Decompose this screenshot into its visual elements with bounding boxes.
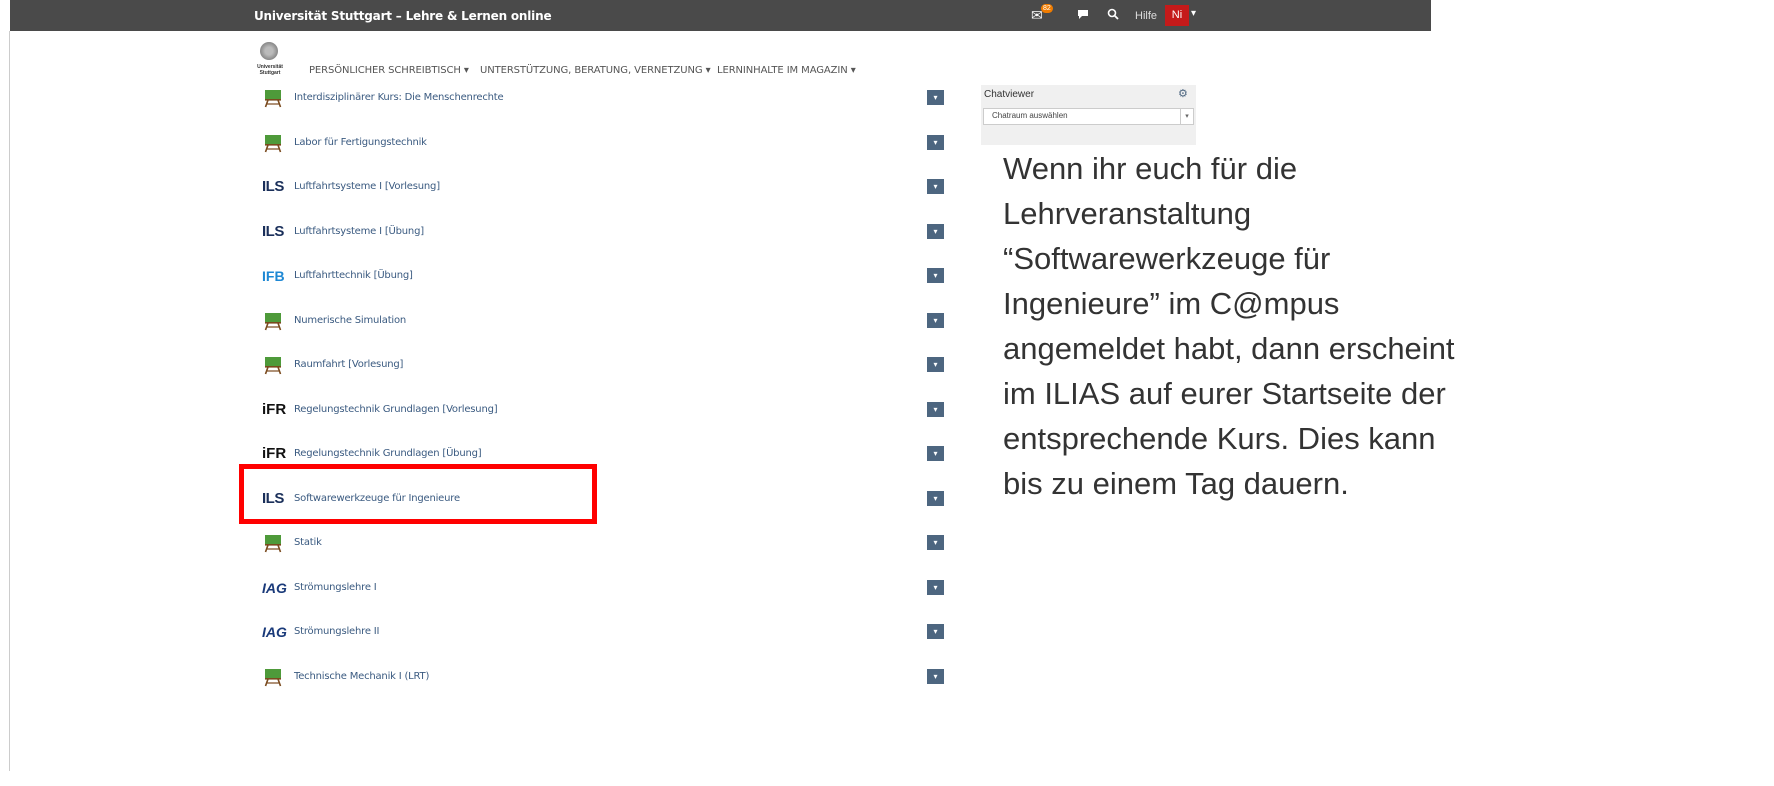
ifr-logo-icon: iFR: [262, 444, 294, 466]
course-actions-dropdown[interactable]: ▾: [927, 313, 944, 328]
explanation-line: Wenn ihr euch für die: [1003, 151, 1298, 186]
site-title[interactable]: Universität Stuttgart – Lehre & Lernen o…: [254, 9, 552, 23]
course-title-link[interactable]: Technische Mechanik I (LRT): [294, 671, 429, 682]
search-icon[interactable]: [1107, 7, 1119, 23]
ils-logo-icon: ILS: [262, 177, 294, 199]
explanation-line: angemeldet habt, dann erscheint: [1003, 331, 1455, 366]
course-logo-text: IAG: [262, 580, 287, 596]
course-title-link[interactable]: Regelungstechnik Grundlagen [Vorlesung]: [294, 404, 498, 415]
course-actions-dropdown[interactable]: ▾: [927, 224, 944, 239]
course-logo-text: IFB: [262, 268, 285, 284]
explanation-text: Wenn ihr euch für die Lehrveranstaltung …: [1003, 146, 1773, 506]
course-row[interactable]: Raumfahrt [Vorlesung] ▾: [240, 351, 950, 381]
chatroom-select[interactable]: Chatraum auswählen ▾: [983, 108, 1194, 125]
course-logo-text: iFR: [262, 401, 287, 418]
course-row[interactable]: Statik ▾: [240, 529, 950, 559]
course-row[interactable]: IAG Strömungslehre I ▾: [240, 574, 950, 604]
explanation-line: “Softwarewerkzeuge für: [1003, 241, 1331, 276]
course-title-link[interactable]: Luftfahrtsysteme I [Übung]: [294, 226, 424, 237]
university-logo-text: Universität Stuttgart: [257, 64, 283, 76]
nav-support[interactable]: UNTERSTÜTZUNG, BERATUNG, VERNETZUNG ▾: [480, 65, 711, 76]
course-title-link[interactable]: Interdisziplinärer Kurs: Die Menschenrec…: [294, 92, 504, 103]
course-actions-dropdown[interactable]: ▾: [927, 491, 944, 506]
highlight-box: [239, 464, 597, 524]
course-row[interactable]: ILS Luftfahrtsysteme I [Übung] ▾: [240, 218, 950, 248]
explanation-line: entsprechende Kurs. Dies kann: [1003, 421, 1436, 456]
gear-icon[interactable]: ⚙: [1178, 87, 1188, 100]
course-actions-dropdown[interactable]: ▾: [927, 624, 944, 639]
course-board-icon: [262, 133, 294, 155]
course-logo-text: iFR: [262, 445, 287, 462]
course-row[interactable]: Interdisziplinärer Kurs: Die Menschenrec…: [240, 84, 950, 114]
course-actions-dropdown[interactable]: ▾: [927, 268, 944, 283]
course-board-icon: [262, 355, 294, 377]
course-actions-dropdown[interactable]: ▾: [927, 402, 944, 417]
iag-logo-icon: IAG: [262, 578, 294, 600]
course-actions-dropdown[interactable]: ▾: [927, 446, 944, 461]
course-row[interactable]: IAG Strömungslehre II ▾: [240, 618, 950, 648]
explanation-line: Ingenieure” im C@mpus: [1003, 286, 1340, 321]
chatviewer-title: Chatviewer: [984, 89, 1035, 100]
course-title-link[interactable]: Strömungslehre I: [294, 582, 377, 593]
course-board-icon: [262, 311, 294, 333]
course-title-link[interactable]: Strömungslehre II: [294, 626, 379, 637]
mail-count-badge: 82: [1041, 4, 1053, 13]
ils-logo-icon: ILS: [262, 222, 294, 244]
explanation-line: Lehrveranstaltung: [1003, 196, 1252, 231]
course-title-link[interactable]: Regelungstechnik Grundlagen [Übung]: [294, 448, 482, 459]
university-logo-icon[interactable]: [260, 42, 278, 60]
course-row[interactable]: Labor für Fertigungstechnik ▾: [240, 129, 950, 159]
explanation-line: bis zu einem Tag dauern.: [1003, 466, 1349, 501]
top-bar: Universität Stuttgart – Lehre & Lernen o…: [10, 0, 1431, 31]
course-actions-dropdown[interactable]: ▾: [927, 135, 944, 150]
course-logo-text: ILS: [262, 178, 284, 195]
course-row[interactable]: Technische Mechanik I (LRT) ▾: [240, 663, 950, 693]
chevron-down-icon[interactable]: ▾: [1191, 8, 1196, 19]
course-row[interactable]: Numerische Simulation ▾: [240, 307, 950, 337]
help-link[interactable]: Hilfe: [1135, 10, 1157, 22]
course-title-link[interactable]: Raumfahrt [Vorlesung]: [294, 359, 403, 370]
course-row[interactable]: iFR Regelungstechnik Grundlagen [Vorlesun…: [240, 396, 950, 426]
chatviewer-panel: Chatviewer ⚙ Chatraum auswählen ▾: [981, 85, 1196, 145]
course-board-icon: [262, 667, 294, 689]
chat-bubble-icon[interactable]: [1077, 7, 1089, 23]
course-title-link[interactable]: Statik: [294, 537, 322, 548]
course-logo-text: IAG: [262, 624, 287, 640]
chatroom-select-value: Chatraum auswählen: [992, 111, 1068, 120]
course-board-icon: [262, 88, 294, 110]
course-actions-dropdown[interactable]: ▾: [927, 90, 944, 105]
course-actions-dropdown[interactable]: ▾: [927, 357, 944, 372]
course-title-link[interactable]: Luftfahrtsysteme I [Vorlesung]: [294, 181, 440, 192]
course-actions-dropdown[interactable]: ▾: [927, 580, 944, 595]
user-avatar[interactable]: Ni: [1165, 5, 1189, 26]
nav-magazine[interactable]: LERNINHALTE IM MAGAZIN ▾: [717, 65, 856, 76]
ifr-logo-icon: iFR: [262, 400, 294, 422]
course-title-link[interactable]: Labor für Fertigungstechnik: [294, 137, 427, 148]
course-row[interactable]: IFB Luftfahrttechnik [Übung] ▾: [240, 262, 950, 292]
course-title-link[interactable]: Luftfahrttechnik [Übung]: [294, 270, 413, 281]
course-title-link[interactable]: Numerische Simulation: [294, 315, 406, 326]
course-row[interactable]: ILS Luftfahrtsysteme I [Vorlesung] ▾: [240, 173, 950, 203]
iag-logo-icon: IAG: [262, 622, 294, 644]
nav-personal-desk[interactable]: PERSÖNLICHER SCHREIBTISCH ▾: [309, 65, 469, 76]
chevron-down-icon: ▾: [1180, 109, 1193, 124]
course-actions-dropdown[interactable]: ▾: [927, 669, 944, 684]
course-actions-dropdown[interactable]: ▾: [927, 179, 944, 194]
course-actions-dropdown[interactable]: ▾: [927, 535, 944, 550]
course-logo-text: ILS: [262, 223, 284, 240]
course-board-icon: [262, 533, 294, 555]
ifb-logo-icon: IFB: [262, 266, 294, 288]
page-border: [9, 31, 10, 771]
explanation-line: im ILIAS auf eurer Startseite der: [1003, 376, 1446, 411]
